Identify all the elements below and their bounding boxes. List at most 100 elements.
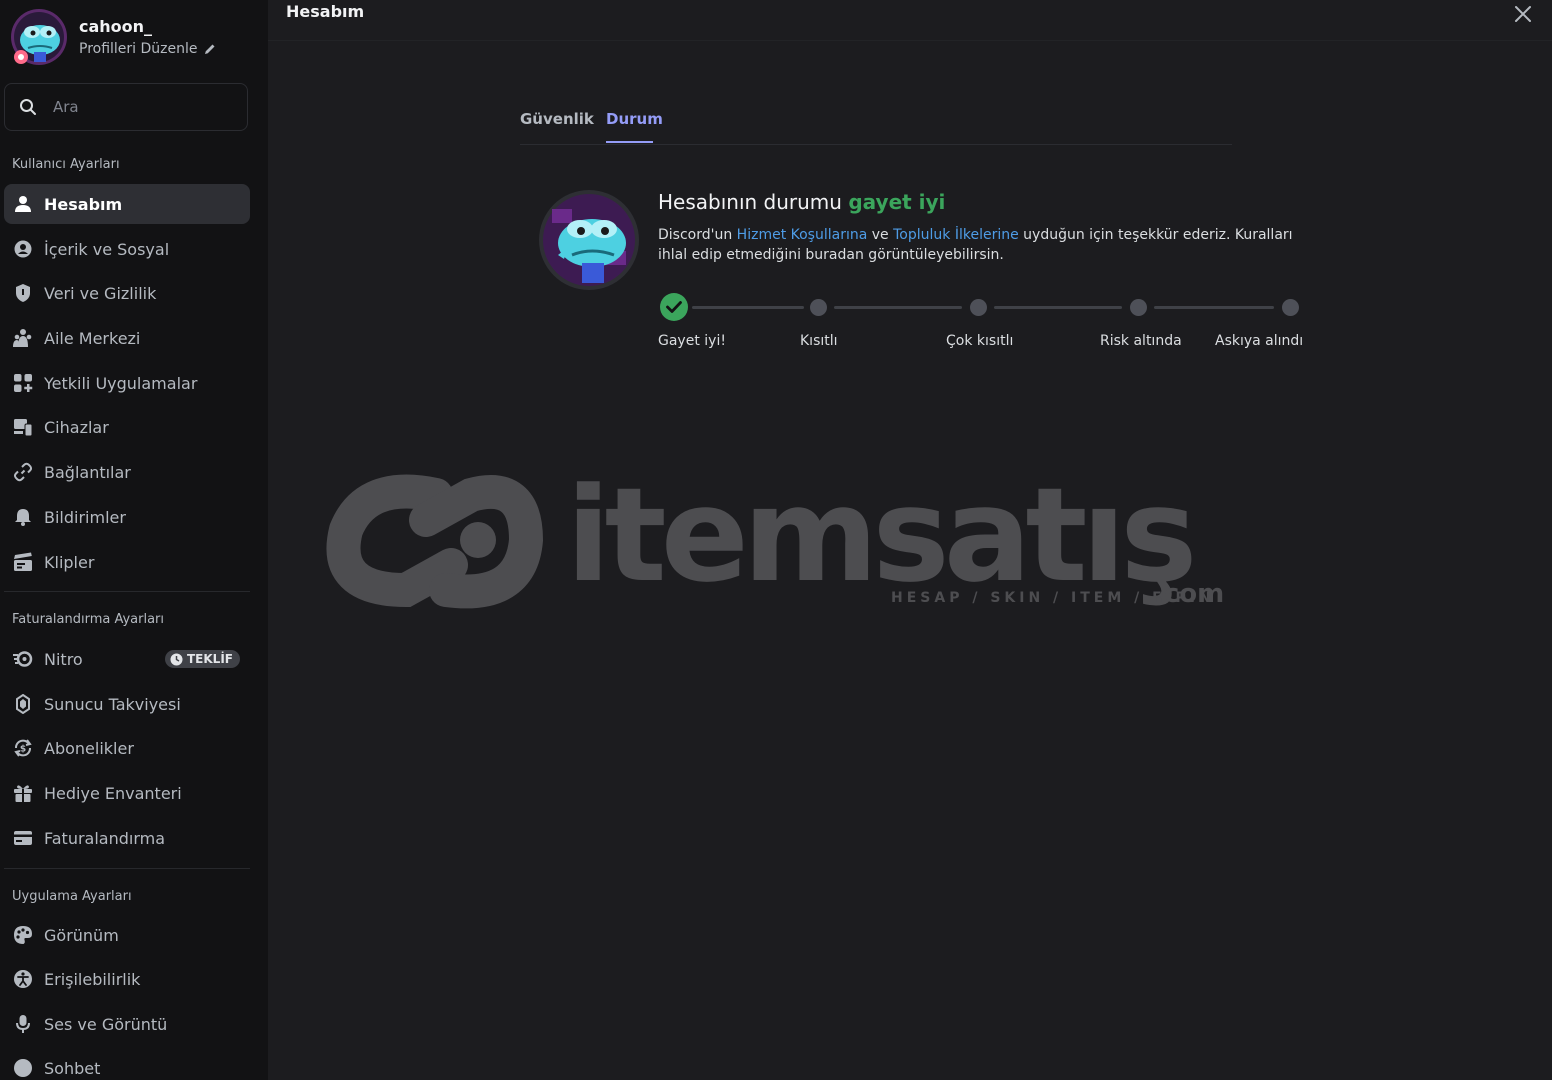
sidebar-item-label: Cihazlar: [44, 417, 109, 437]
sidebar-item-server-boost[interactable]: Sunucu Takviyesi: [4, 684, 250, 724]
status-heading: Hesabının durumu gayet iyi: [658, 190, 945, 214]
search-input[interactable]: [51, 97, 225, 117]
sidebar-item-label: Erişilebilirlik: [44, 969, 141, 989]
sidebar-item-label: Görünüm: [44, 925, 119, 945]
watermark-suffix: .com: [1154, 579, 1224, 609]
edit-profile-link[interactable]: Profilleri Düzenle: [79, 41, 216, 57]
tab-status[interactable]: Durum: [606, 110, 663, 128]
family-icon: [13, 329, 32, 347]
progress-dot: [970, 299, 987, 316]
sidebar-item-label: Bildirimler: [44, 507, 126, 527]
chat-icon: [14, 1059, 32, 1077]
sidebar-item-label: Ses ve Görüntü: [44, 1014, 168, 1034]
search-box[interactable]: [4, 83, 248, 131]
active-tab-indicator: [606, 141, 653, 143]
devices-icon: [14, 419, 33, 437]
sidebar-item-label: Sunucu Takviyesi: [44, 694, 181, 714]
sidebar-item-clips[interactable]: Klipler: [4, 542, 250, 582]
boost-icon: [16, 694, 30, 714]
sidebar-item-label: Bağlantılar: [44, 462, 131, 482]
sidebar-item-label: Klipler: [44, 552, 95, 572]
subscription-icon: $: [14, 739, 32, 757]
status-desc-part2: ve: [871, 227, 889, 243]
progress-line: [834, 306, 962, 309]
status-desc-part1: Discord'un: [658, 227, 733, 243]
sidebar-divider: [4, 591, 250, 592]
status-heading-prefix: Hesabının durumu: [658, 190, 842, 214]
sidebar-item-notifications[interactable]: Bildirimler: [4, 497, 250, 537]
check-circle-icon: [660, 293, 688, 321]
section-title-app-settings: Uygulama Ayarları: [12, 889, 132, 904]
sidebar-item-gift-inventory[interactable]: Hediye Envanteri: [4, 773, 250, 813]
account-tabs: Güvenlik Durum: [520, 108, 1232, 145]
link-icon: [13, 462, 33, 482]
section-title-user-settings: Kullanıcı Ayarları: [12, 157, 120, 172]
nitro-icon: [13, 651, 33, 667]
profile-card[interactable]: cahoon_ Profilleri Düzenle: [10, 8, 260, 70]
progress-line: [692, 306, 804, 309]
sidebar-item-content-social[interactable]: İçerik ve Sosyal: [4, 229, 250, 269]
close-button[interactable]: [1512, 3, 1534, 25]
sidebar-item-label: Abonelikler: [44, 738, 134, 758]
progress-line: [1154, 306, 1274, 309]
section-title-billing-settings: Faturalandırma Ayarları: [12, 612, 165, 627]
sidebar-item-billing[interactable]: Faturalandırma: [4, 818, 250, 858]
user-icon: [15, 196, 31, 212]
sidebar-item-label: Hediye Envanteri: [44, 783, 182, 803]
search-icon: [20, 99, 36, 115]
progress-dot: [810, 299, 827, 316]
main-header: Hesabım: [268, 0, 1552, 41]
sidebar-item-appearance[interactable]: Görünüm: [4, 915, 250, 955]
sidebar-item-label: Aile Merkezi: [44, 328, 141, 348]
avatar[interactable]: [10, 8, 68, 66]
sidebar-item-subscriptions[interactable]: $ Abonelikler: [4, 728, 250, 768]
offer-badge-label: TEKLİF: [187, 652, 233, 666]
credit-card-icon: [14, 831, 32, 845]
sidebar-item-data-privacy[interactable]: Veri ve Gizlilik: [4, 273, 250, 313]
microphone-icon: [16, 1015, 30, 1033]
close-icon: [1515, 6, 1531, 22]
progress-line: [994, 306, 1122, 309]
status-heading-value: gayet iyi: [848, 190, 946, 214]
status-avatar: [538, 189, 640, 291]
sidebar-item-label: Nitro: [44, 649, 83, 669]
sidebar-item-nitro[interactable]: Nitro TEKLİF: [4, 639, 250, 679]
svg-text:$: $: [20, 745, 26, 755]
step-label-good: Gayet iyi!: [658, 333, 726, 349]
bell-icon: [15, 509, 31, 526]
offer-badge: TEKLİF: [165, 650, 240, 668]
status-description: Discord'un Hizmet Koşullarına ve Toplulu…: [658, 225, 1308, 265]
pepe-avatar-icon: [11, 9, 67, 65]
sidebar-item-devices[interactable]: Cihazlar: [4, 407, 250, 447]
apps-icon: [14, 374, 33, 392]
sidebar-item-voice-video[interactable]: Ses ve Görüntü: [4, 1004, 250, 1044]
tab-security[interactable]: Güvenlik: [520, 110, 594, 128]
itemsatis-watermark: itemsatış HESAP / SKIN / ITEM / E-PIN .c…: [326, 470, 1224, 611]
main-content: Hesabım Güvenlik Durum Hesabının durumu …: [268, 0, 1552, 1080]
progress-dot: [1130, 299, 1147, 316]
sidebar-item-label: Veri ve Gizlilik: [44, 283, 157, 303]
profile-name: cahoon_: [79, 17, 153, 36]
sidebar-item-chat[interactable]: Sohbet: [4, 1048, 250, 1080]
clock-icon: [170, 653, 183, 665]
terms-of-service-link[interactable]: Hizmet Koşullarına: [737, 227, 868, 243]
sidebar-item-label: Yetkili Uygulamalar: [44, 373, 198, 393]
step-label-limited: Kısıtlı: [800, 333, 838, 349]
palette-icon: [14, 926, 32, 944]
status-progress: Gayet iyi! Kısıtlı Çok kısıtlı Risk altı…: [658, 292, 1308, 362]
step-label-suspended: Askıya alındı: [1215, 333, 1304, 349]
sidebar-item-family-center[interactable]: Aile Merkezi: [4, 318, 250, 358]
sidebar-item-authorized-apps[interactable]: Yetkili Uygulamalar: [4, 363, 250, 403]
sidebar-item-accessibility[interactable]: Erişilebilirlik: [4, 959, 250, 999]
sidebar-item-connections[interactable]: Bağlantılar: [4, 452, 250, 492]
sidebar-item-label: Faturalandırma: [44, 828, 166, 848]
community-guidelines-link[interactable]: Topluluk İlkelerine: [893, 227, 1019, 243]
content-social-icon: [14, 240, 32, 258]
settings-sidebar: cahoon_ Profilleri Düzenle Kullanıcı Aya…: [0, 0, 268, 1080]
sidebar-item-my-account[interactable]: Hesabım: [4, 184, 250, 224]
step-label-very-limited: Çok kısıtlı: [946, 333, 1014, 349]
accessibility-icon: [14, 970, 32, 988]
sidebar-divider: [4, 868, 250, 869]
gift-icon: [14, 785, 32, 802]
pencil-icon: [204, 44, 215, 54]
